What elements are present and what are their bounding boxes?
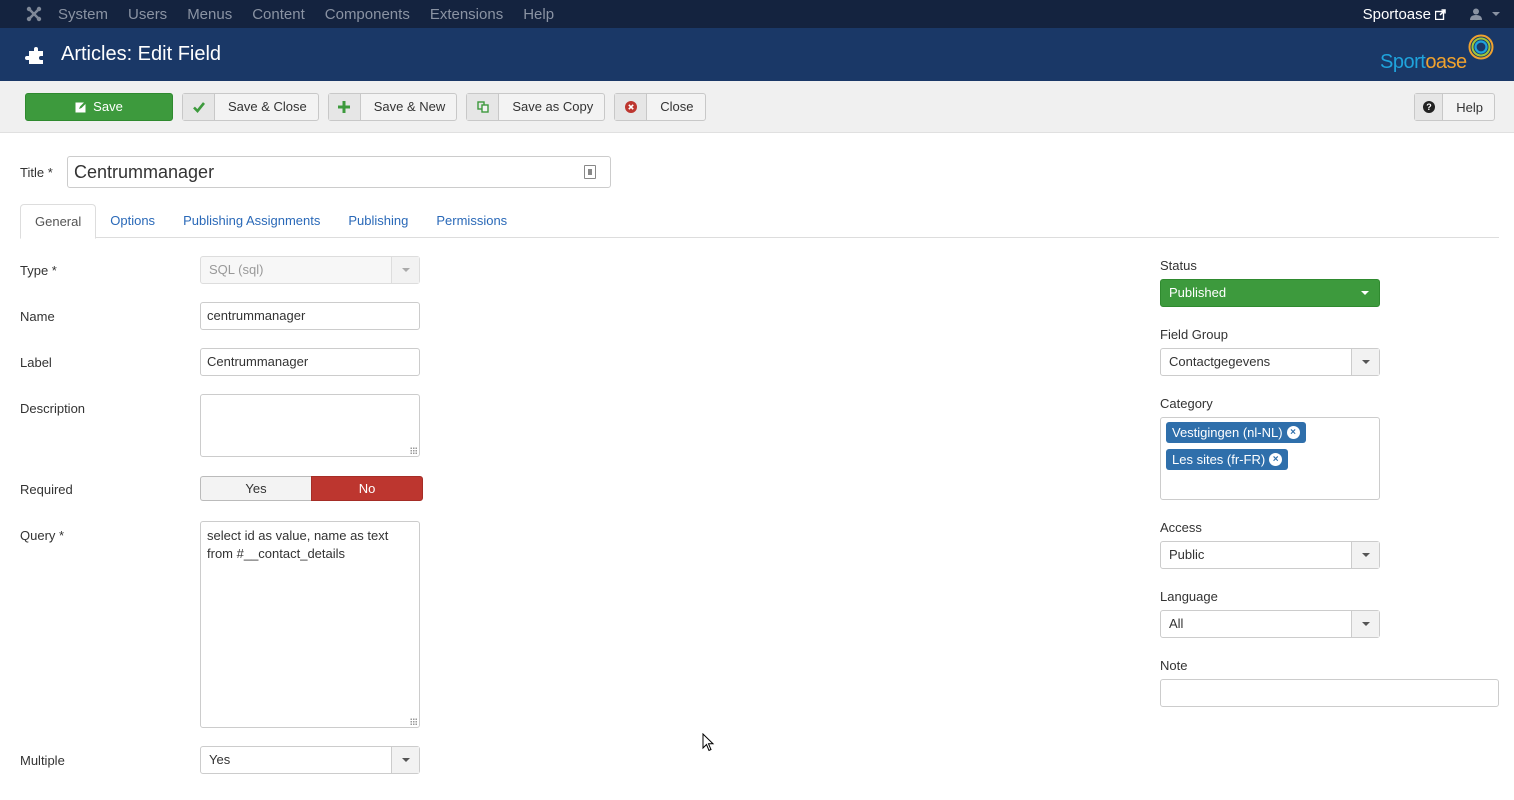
note-label: Note xyxy=(1160,658,1188,673)
category-tag: Les sites (fr-FR) × xyxy=(1166,449,1289,470)
category-tag: Vestigingen (nl-NL) × xyxy=(1166,422,1306,443)
label-input[interactable]: Centrummanager xyxy=(200,348,420,376)
mouse-cursor-icon xyxy=(702,733,715,752)
language-select[interactable]: All xyxy=(1160,610,1380,638)
name-label: Name xyxy=(20,309,55,324)
resize-handle[interactable] xyxy=(410,447,417,454)
name-input[interactable]: centrummanager xyxy=(200,302,420,330)
remove-tag-icon[interactable]: × xyxy=(1269,453,1283,466)
chevron-down-icon xyxy=(401,758,410,762)
multiple-label: Multiple xyxy=(20,753,65,768)
chevron-down-icon xyxy=(401,268,410,272)
query-label: Query * xyxy=(20,528,65,543)
chevron-down-icon xyxy=(1361,622,1370,626)
type-label: Type * xyxy=(20,263,57,278)
description-label: Description xyxy=(20,401,86,416)
note-input[interactable] xyxy=(1160,679,1499,707)
type-select: SQL (sql) xyxy=(200,256,420,284)
status-select[interactable]: Published xyxy=(1160,279,1380,307)
required-label: Required xyxy=(20,482,73,497)
resize-handle[interactable] xyxy=(410,718,417,725)
status-label: Status xyxy=(1160,258,1197,273)
multiple-select[interactable]: Yes xyxy=(200,746,420,774)
field-group-label: Field Group xyxy=(1160,327,1228,342)
required-no-button[interactable]: No xyxy=(311,476,423,501)
required-toggle: Yes No xyxy=(200,476,423,501)
chevron-down-icon xyxy=(1361,360,1370,364)
chevron-down-icon xyxy=(1361,553,1370,557)
label-label: Label xyxy=(20,355,52,370)
category-multiselect[interactable]: Vestigingen (nl-NL) × Les sites (fr-FR) × xyxy=(1160,417,1380,500)
access-label: Access xyxy=(1160,520,1202,535)
category-label: Category xyxy=(1160,396,1213,411)
description-textarea[interactable] xyxy=(200,394,420,457)
access-select[interactable]: Public xyxy=(1160,541,1380,569)
language-label: Language xyxy=(1160,589,1218,604)
remove-tag-icon[interactable]: × xyxy=(1286,426,1300,439)
required-yes-button[interactable]: Yes xyxy=(200,476,311,501)
field-group-select[interactable]: Contactgegevens xyxy=(1160,348,1380,376)
query-textarea[interactable]: select id as value, name as text from #_… xyxy=(200,521,420,728)
chevron-down-icon xyxy=(1361,291,1369,295)
